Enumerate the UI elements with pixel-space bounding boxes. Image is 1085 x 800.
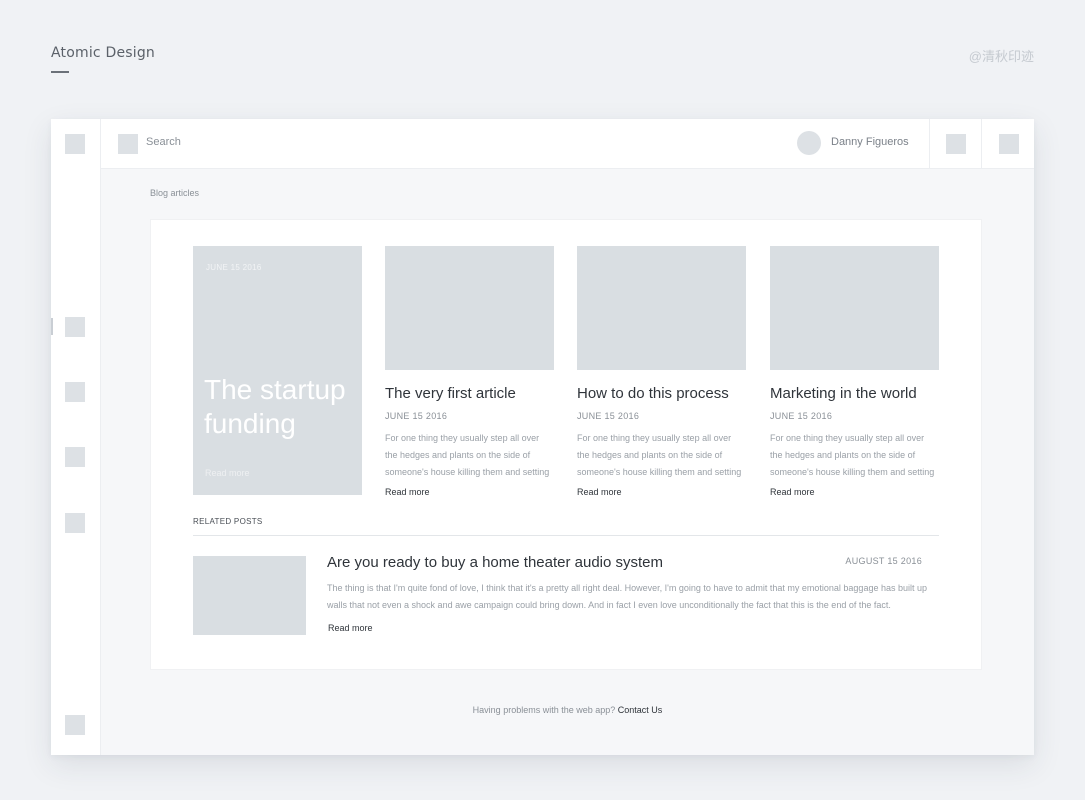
- sidebar-item-3-icon[interactable]: [65, 447, 85, 467]
- divider: [981, 119, 982, 169]
- article-card: How to do this process JUNE 15 2016 For …: [577, 246, 746, 497]
- article-date: JUNE 15 2016: [385, 411, 448, 421]
- article-title[interactable]: Marketing in the world: [770, 385, 939, 402]
- article-card: Marketing in the world JUNE 15 2016 For …: [770, 246, 939, 497]
- search-icon[interactable]: [118, 134, 138, 154]
- related-post-title[interactable]: Are you ready to buy a home theater audi…: [327, 554, 663, 571]
- footer: Having problems with the web app? Contac…: [101, 705, 1034, 715]
- article-excerpt: For one thing they usually step all over…: [577, 433, 742, 477]
- article-image[interactable]: [577, 246, 746, 370]
- sidebar: [51, 119, 101, 755]
- related-post-image[interactable]: [193, 556, 306, 635]
- sidebar-item-4-icon[interactable]: [65, 513, 85, 533]
- featured-date: JUNE 15 2016: [206, 263, 262, 272]
- notifications-icon[interactable]: [946, 134, 966, 154]
- article-read-more-link[interactable]: Read more: [385, 487, 554, 497]
- article-title[interactable]: The very first article: [385, 385, 554, 402]
- related-post-date: AUGUST 15 2016: [845, 556, 922, 566]
- article-excerpt: For one thing they usually step all over…: [385, 433, 550, 477]
- featured-title[interactable]: The startup funding: [204, 373, 354, 441]
- app-window: Search Danny Figueros ⌄ Blog articles JU…: [51, 119, 1034, 755]
- page-title: Atomic Design: [51, 45, 155, 61]
- breadcrumb[interactable]: Blog articles: [150, 188, 199, 198]
- featured-article[interactable]: JUNE 15 2016 The startup funding Read mo…: [193, 246, 362, 495]
- watermark: @清秋印迹: [968, 49, 1034, 64]
- sidebar-active-indicator: [51, 318, 53, 335]
- sidebar-settings-icon[interactable]: [65, 715, 85, 735]
- article-date: JUNE 15 2016: [577, 411, 640, 421]
- article-image[interactable]: [385, 246, 554, 370]
- related-read-more-link[interactable]: Read more: [328, 623, 373, 633]
- top-bar: Search Danny Figueros ⌄: [101, 119, 1034, 169]
- article-read-more-link[interactable]: Read more: [770, 487, 939, 497]
- related-posts-heading: RELATED POSTS: [193, 517, 263, 526]
- contact-us-link[interactable]: Contact Us: [618, 705, 663, 715]
- avatar[interactable]: [797, 131, 821, 155]
- article-date: JUNE 15 2016: [770, 411, 833, 421]
- divider: [929, 119, 930, 169]
- divider: [193, 535, 939, 536]
- article-read-more-link[interactable]: Read more: [577, 487, 746, 497]
- sidebar-item-2-icon[interactable]: [65, 382, 85, 402]
- footer-text: Having problems with the web app?: [472, 705, 616, 715]
- search-input[interactable]: Search: [146, 136, 181, 148]
- user-name[interactable]: Danny Figueros: [831, 136, 909, 148]
- menu-icon[interactable]: [65, 134, 85, 154]
- featured-read-more-link[interactable]: Read more: [205, 468, 250, 478]
- article-image[interactable]: [770, 246, 939, 370]
- article-card: The very first article JUNE 15 2016 For …: [385, 246, 554, 497]
- blog-articles-card: JUNE 15 2016 The startup funding Read mo…: [150, 219, 982, 670]
- article-excerpt: For one thing they usually step all over…: [770, 433, 935, 477]
- article-title[interactable]: How to do this process: [577, 385, 746, 402]
- options-icon[interactable]: [999, 134, 1019, 154]
- related-post-excerpt: The thing is that I'm quite fond of love…: [327, 583, 927, 610]
- title-underline: [51, 71, 69, 73]
- sidebar-item-1-icon[interactable]: [65, 317, 85, 337]
